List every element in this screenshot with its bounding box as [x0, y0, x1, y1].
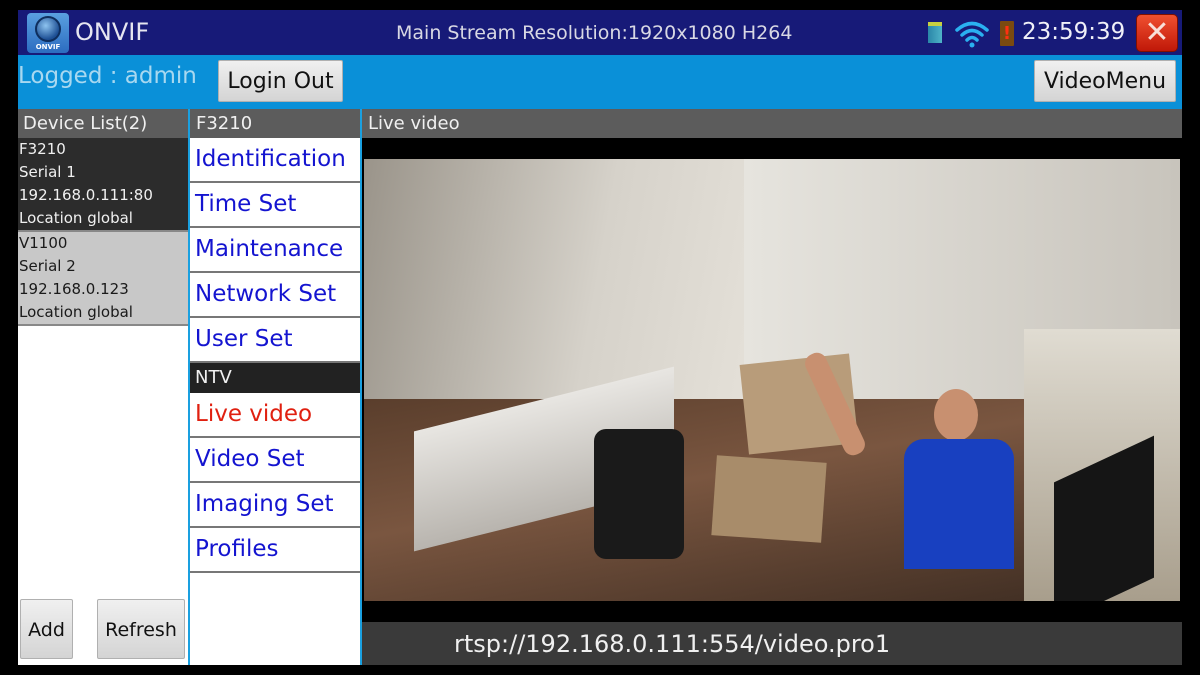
title-bar: ONVIF ONVIF Main Stream Resolution:1920x…: [18, 10, 1182, 55]
device-serial: Serial 1: [19, 163, 76, 181]
onvif-logo-icon: ONVIF: [27, 13, 69, 53]
device-list-header: Device List(2): [18, 109, 188, 138]
logo-text: ONVIF: [35, 43, 61, 51]
wifi-icon: [955, 21, 989, 48]
refresh-button[interactable]: Refresh: [97, 599, 185, 659]
menu-item-profiles[interactable]: Profiles: [190, 528, 360, 573]
logged-in-status: Logged : admin: [18, 63, 197, 89]
scene-box: [711, 455, 827, 543]
rtsp-bar: rtsp://192.168.0.111:554/video.pro1: [362, 622, 1182, 665]
sd-card-icon: [928, 22, 942, 43]
battery-warning-glyph: !: [1002, 23, 1012, 44]
scene-wall-left: [364, 159, 744, 419]
menu-item-network-set[interactable]: Network Set: [190, 273, 360, 318]
menu-item-time-set[interactable]: Time Set: [190, 183, 360, 228]
stream-resolution: Main Stream Resolution:1920x1080 H264: [396, 22, 793, 44]
close-button[interactable]: ✕: [1136, 14, 1178, 52]
device-location: Location global: [19, 209, 133, 227]
device-location: Location global: [19, 303, 133, 321]
rtsp-url: rtsp://192.168.0.111:554/video.pro1: [454, 630, 891, 658]
menu-item-user-set[interactable]: User Set: [190, 318, 360, 363]
scene-chair: [594, 429, 684, 559]
device-name: F3210: [19, 140, 66, 158]
video-menu-button[interactable]: VideoMenu: [1034, 60, 1176, 102]
scene-person: [801, 349, 1014, 601]
battery-low-icon: !: [1000, 21, 1014, 46]
device-list-panel: Device List(2) F3210 Serial 1 192.168.0.…: [18, 109, 188, 665]
onvif-screen: ONVIF ONVIF Main Stream Resolution:1920x…: [18, 10, 1182, 665]
close-icon: ✕: [1144, 15, 1170, 50]
clock: 23:59:39: [1022, 19, 1126, 45]
toolbar: Logged : admin Login Out VideoMenu: [18, 55, 1182, 109]
device-menu-panel: F3210 Identification Time Set Maintenanc…: [188, 109, 362, 665]
scene-person-body: [904, 439, 1014, 569]
device-item-v1100[interactable]: V1100 Serial 2 192.168.0.123 Location gl…: [18, 232, 188, 326]
add-device-button[interactable]: Add: [20, 599, 73, 659]
globe-icon: [35, 16, 61, 42]
menu-item-live-video[interactable]: Live video: [190, 393, 360, 438]
menu-item-identification[interactable]: Identification: [190, 138, 360, 183]
live-video-stream[interactable]: [364, 159, 1180, 601]
video-header: Live video: [362, 109, 1182, 138]
device-item-f3210[interactable]: F3210 Serial 1 192.168.0.111:80 Location…: [18, 138, 188, 232]
device-address: 192.168.0.123: [19, 280, 129, 298]
app-title: ONVIF: [75, 18, 150, 46]
menu-item-imaging-set[interactable]: Imaging Set: [190, 483, 360, 528]
menu-header: F3210: [190, 109, 360, 138]
device-serial: Serial 2: [19, 257, 76, 275]
live-video-panel: Live video rtsp://192.168.0.111:554/vide…: [362, 109, 1182, 665]
menu-item-maintenance[interactable]: Maintenance: [190, 228, 360, 273]
scene-person-head: [934, 389, 978, 441]
login-out-button[interactable]: Login Out: [218, 60, 343, 102]
device-name: V1100: [19, 234, 68, 252]
menu-section-ntv: NTV: [190, 363, 360, 393]
device-address: 192.168.0.111:80: [19, 186, 153, 204]
menu-item-video-set[interactable]: Video Set: [190, 438, 360, 483]
